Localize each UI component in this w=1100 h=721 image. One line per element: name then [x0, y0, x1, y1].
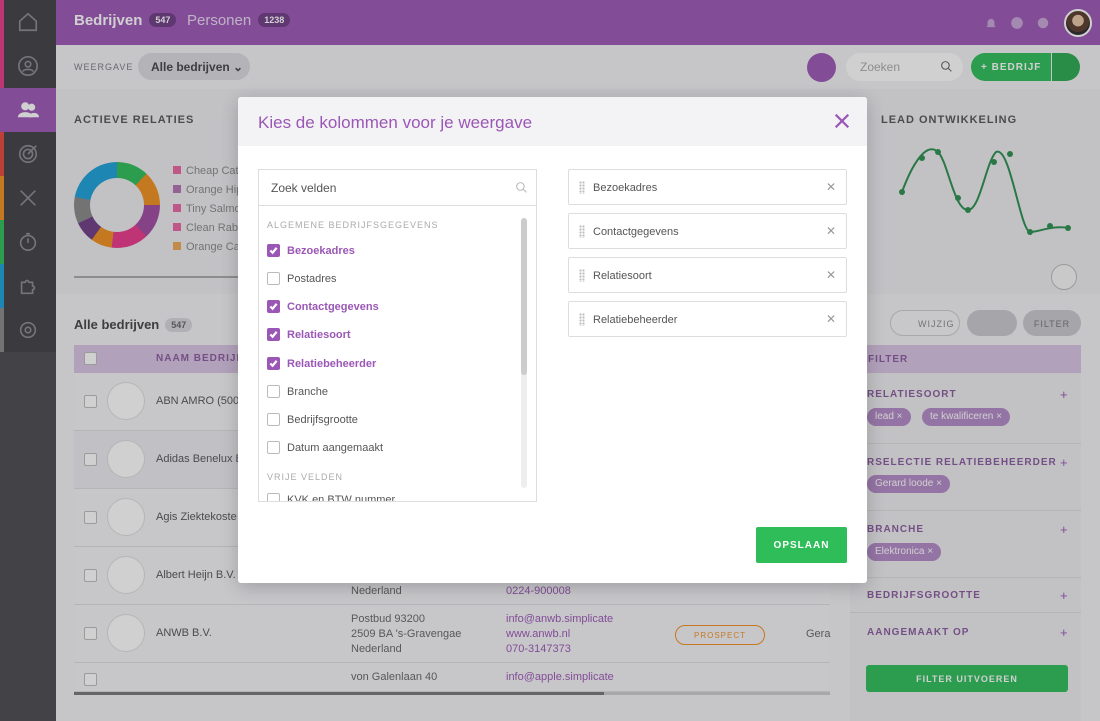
checkbox-checked[interactable] [267, 244, 280, 257]
remove-icon[interactable]: ✕ [826, 180, 836, 194]
checkbox[interactable] [267, 441, 280, 454]
drag-handle-icon[interactable] [579, 269, 585, 282]
fields-scrollbar[interactable] [521, 218, 527, 488]
checkbox-checked[interactable] [267, 328, 280, 341]
field-option-postadres[interactable]: Postadres [267, 272, 337, 285]
remove-icon[interactable]: ✕ [826, 224, 836, 238]
drag-handle-icon[interactable] [579, 313, 585, 326]
group-label-free: VRIJE VELDEN [267, 472, 344, 482]
close-icon [834, 113, 850, 129]
checkbox-checked[interactable] [267, 300, 280, 313]
dialog-title: Kies de kolommen voor je weergave [258, 113, 533, 132]
dialog-header: Kies de kolommen voor je weergave [238, 97, 867, 146]
checkbox[interactable] [267, 493, 280, 501]
group-label-general: ALGEMENE BEDRIJFSGEGEVENS [267, 220, 439, 230]
selected-column-item[interactable]: Relatiebeheerder ✕ [568, 301, 847, 337]
field-option-contactgegevens[interactable]: Contactgegevens [267, 300, 379, 313]
field-option-relatiebeheerder[interactable]: Relatiebeheerder [267, 357, 376, 370]
field-option-kvk-btw[interactable]: KVK en BTW nummer [267, 493, 395, 501]
field-search-input[interactable]: Zoek velden [259, 170, 536, 206]
field-option-datum-aangemaakt[interactable]: Datum aangemaakt [267, 441, 383, 454]
selected-column-label: Relatiesoort [593, 270, 652, 282]
selected-column-item[interactable]: Relatiesoort ✕ [568, 257, 847, 293]
selected-column-label: Contactgegevens [593, 226, 679, 238]
selected-column-label: Bezoekadres [593, 182, 658, 194]
column-picker-dialog: Kies de kolommen voor je weergave Zoek v… [238, 97, 867, 583]
field-option-branche[interactable]: Branche [267, 385, 328, 398]
drag-handle-icon[interactable] [579, 181, 585, 194]
selected-column-item[interactable]: Bezoekadres ✕ [568, 169, 847, 205]
remove-icon[interactable]: ✕ [826, 312, 836, 326]
field-option-bedrijfsgrootte[interactable]: Bedrijfsgrootte [267, 413, 358, 426]
checkbox-checked[interactable] [267, 357, 280, 370]
close-button[interactable] [833, 112, 853, 132]
selected-column-item[interactable]: Contactgegevens ✕ [568, 213, 847, 249]
save-button[interactable]: OPSLAAN [756, 527, 847, 563]
search-icon [516, 182, 527, 193]
checkbox[interactable] [267, 272, 280, 285]
field-search-placeholder: Zoek velden [271, 181, 337, 195]
drag-handle-icon[interactable] [579, 225, 585, 238]
checkbox[interactable] [267, 385, 280, 398]
field-option-relatiesoort[interactable]: Relatiesoort [267, 328, 351, 341]
checkbox[interactable] [267, 413, 280, 426]
field-option-bezoekadres[interactable]: Bezoekadres [267, 244, 355, 257]
remove-icon[interactable]: ✕ [826, 268, 836, 282]
available-fields-panel: Zoek velden ALGEMENE BEDRIJFSGEGEVENS Be… [258, 169, 537, 502]
selected-column-label: Relatiebeheerder [593, 314, 678, 326]
